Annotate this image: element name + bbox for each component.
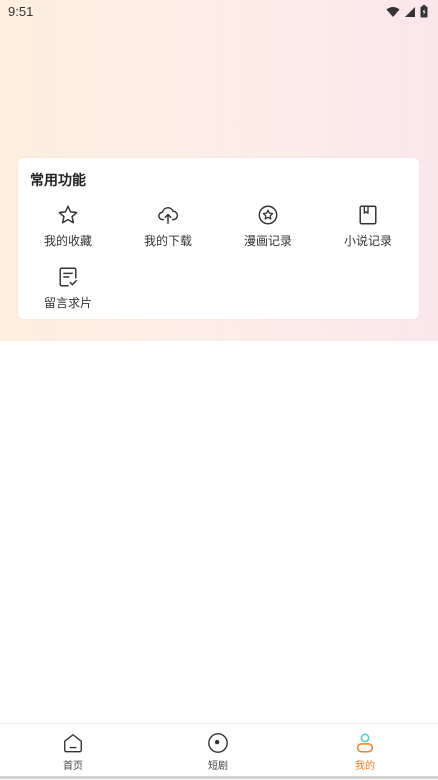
profile-icon	[356, 733, 374, 753]
favorites-button[interactable]: 我的收藏	[18, 204, 118, 260]
tab-mine-label: 我的	[355, 761, 375, 772]
status-time: 9:51	[8, 4, 34, 19]
battery-icon	[420, 5, 428, 18]
favorites-label: 我的收藏	[43, 234, 92, 248]
signal-icon	[405, 6, 415, 17]
cloud-upload-icon	[158, 207, 179, 224]
comic-history-label: 漫画记录	[243, 234, 292, 248]
book-bookmark-icon	[359, 205, 377, 225]
status-icons	[386, 5, 428, 18]
request-movie-button[interactable]: 留言求片	[18, 266, 118, 322]
star-circle-icon	[258, 205, 278, 225]
novel-history-button[interactable]: 小说记录	[318, 204, 418, 260]
novel-history-label: 小说记录	[343, 234, 392, 248]
wifi-icon	[386, 6, 400, 17]
play-circle-icon	[208, 733, 228, 753]
tab-short-drama[interactable]: 短剧	[178, 732, 258, 776]
comic-history-button[interactable]: 漫画记录	[218, 204, 318, 260]
tab-home[interactable]: 首页	[33, 732, 113, 776]
star-icon	[58, 205, 78, 224]
downloads-label: 我的下载	[143, 234, 192, 248]
common-functions-title: 常用功能	[30, 173, 86, 189]
downloads-button[interactable]: 我的下载	[118, 204, 218, 260]
home-icon	[64, 734, 82, 753]
note-check-icon	[59, 267, 77, 287]
tab-home-label: 首页	[63, 761, 83, 772]
bottom-tab-bar: 首页 短剧 我的	[0, 723, 438, 780]
tab-short-drama-label: 短剧	[208, 761, 228, 772]
tab-mine[interactable]: 我的	[325, 732, 405, 776]
common-functions-card: 常用功能 我的收藏 我的下载 漫画记录 小说记录 留言求片	[18, 158, 419, 319]
status-bar: 9:51	[0, 0, 438, 24]
request-movie-label: 留言求片	[43, 296, 92, 310]
